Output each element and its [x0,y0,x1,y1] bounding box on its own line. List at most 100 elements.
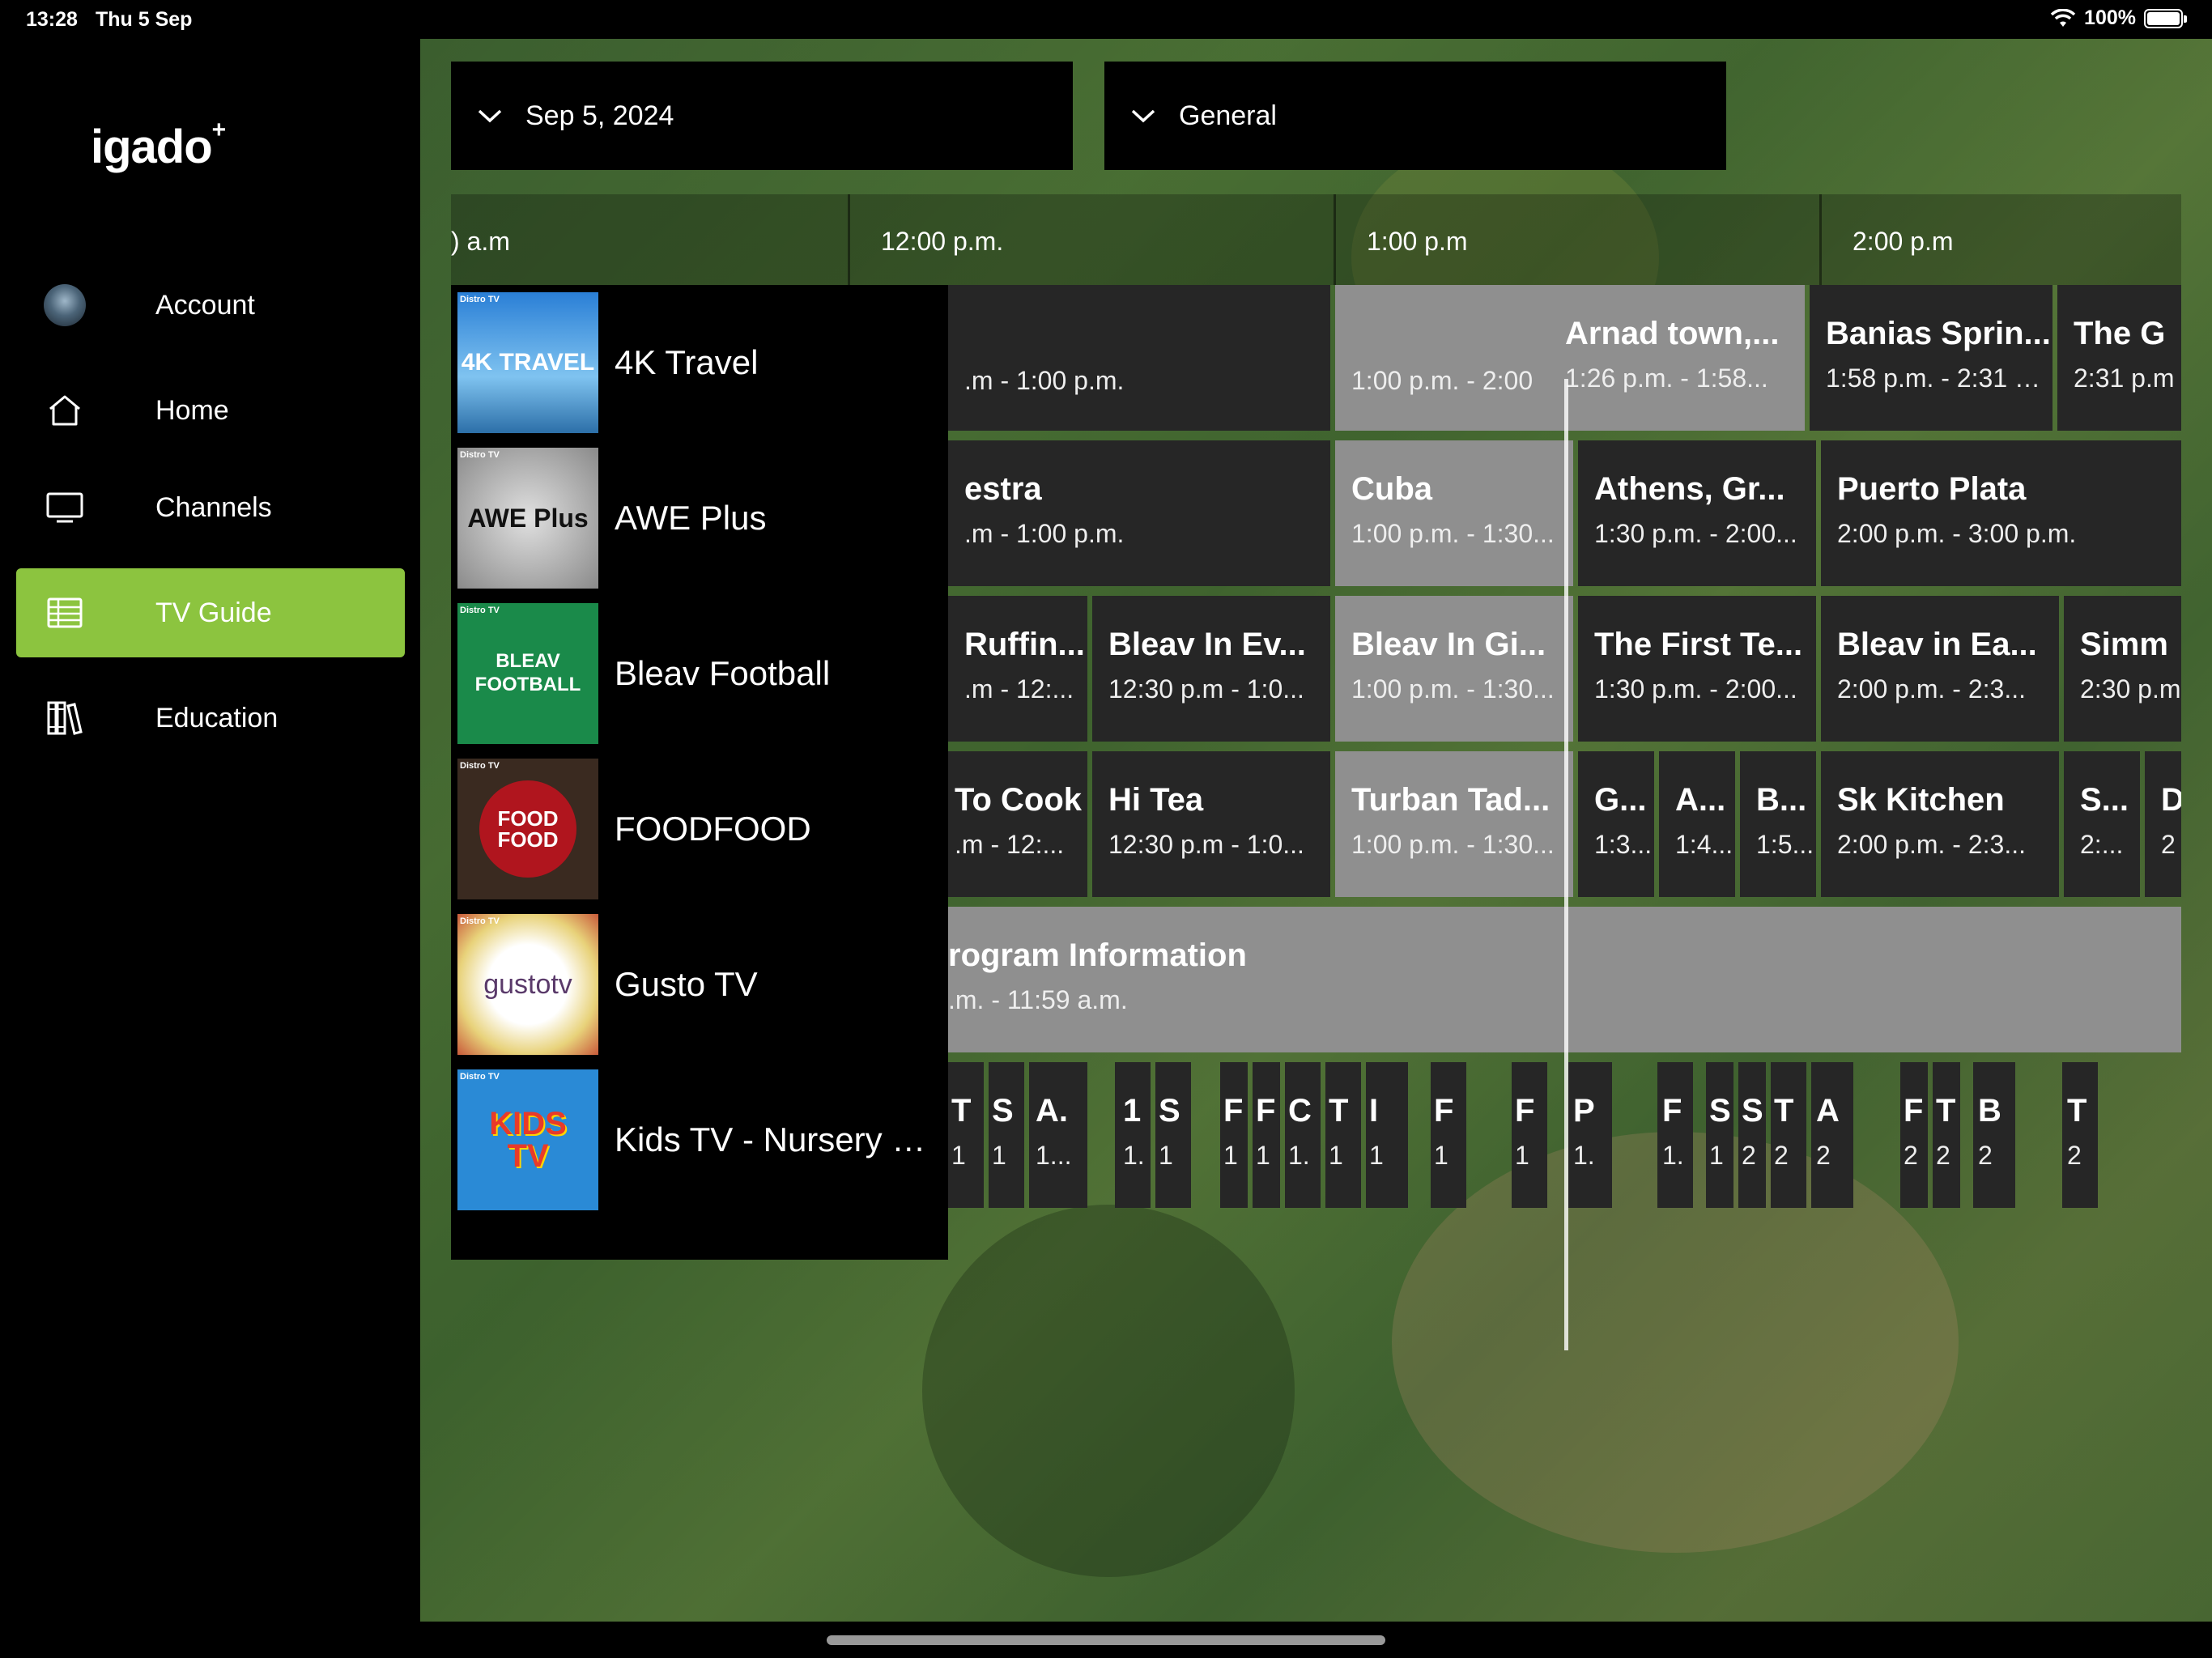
program-cell[interactable]: F 1. [1657,1062,1693,1208]
chevron-down-icon [477,108,503,124]
channel-logo: Distro TV AWE Plus [457,448,598,589]
home-indicator[interactable] [827,1635,1385,1645]
program-cell[interactable]: Athens, Gr... 1:30 p.m. - 2:00... [1578,440,1816,586]
program-cell[interactable]: Turban Tad... 1:00 p.m. - 1:30... [1335,751,1573,897]
program-cell[interactable]: Bleav In Ev... 12:30 p.m - 1:0... [1092,596,1330,742]
program-cell[interactable]: S... 2:... [2064,751,2140,897]
channel-name: Gusto TV [615,965,758,1003]
program-cell[interactable]: P 1. [1568,1062,1612,1208]
program-cell[interactable]: F1 [1220,1062,1248,1208]
program-cell[interactable]: I1 [1366,1062,1408,1208]
channel-logo: Distro TV FOOD FOOD [457,759,598,899]
battery-icon [2144,8,2187,28]
wifi-icon [2050,8,2076,27]
chevron-down-icon [1130,108,1156,124]
program-cell[interactable]: Sk Kitchen 2:00 p.m. - 2:3... [1821,751,2059,897]
time-slot-label: ) a.m [451,227,510,256]
program-cell[interactable]: Bleav In Gi... 1:00 p.m. - 1:30... [1335,596,1573,742]
program-cell[interactable]: F2 [1900,1062,1928,1208]
channel-name: 4K Travel [615,343,759,381]
program-cell[interactable]: The G 2:31 p.m [2057,285,2181,431]
channel-logo: Distro TV gustotv [457,914,598,1055]
time-slot-label: 1:00 p.m [1367,227,1468,256]
program-cell[interactable]: Hi Tea 12:30 p.m - 1:0... [1092,751,1330,897]
date-dropdown-value: Sep 5, 2024 [525,100,674,131]
category-dropdown-value: General [1179,100,1277,131]
program-cell[interactable]: Puerto Plata 2:00 p.m. - 3:00 p.m. [1821,440,2181,586]
program-cell[interactable]: estra .m - 1:00 p.m. [948,440,1330,586]
time-divider [848,194,850,285]
program-cell[interactable]: G... 1:3... [1578,751,1654,897]
program-cell[interactable]: Banias Sprin... 1:58 p.m. - 2:31 p.... [1810,285,2052,431]
program-cell[interactable]: Simm 2:30 p.m [2064,596,2181,742]
program-cell[interactable]: To Cook .m - 12:... [948,751,1087,897]
program-cell[interactable]: T2 [1933,1062,1960,1208]
program-cell[interactable]: Arnad town,... 1:26 p.m. - 1:58... [1565,285,1805,431]
date-dropdown[interactable]: Sep 5, 2024 [451,62,1073,170]
program-cell[interactable]: F1 [1253,1062,1280,1208]
program-cell[interactable]: Bleav in Ea... 2:00 p.m. - 2:3... [1821,596,2059,742]
program-cell[interactable]: S1 [1706,1062,1733,1208]
program-cell[interactable]: A... 1:4... [1659,751,1735,897]
program-cell[interactable]: T1 [948,1062,984,1208]
program-cell[interactable]: B... 1:5... [1740,751,1816,897]
sidebar-item-home[interactable]: Home [16,366,405,455]
program-cell[interactable]: A. 1... [1029,1062,1087,1208]
channel-name: Kids TV - Nursery R... [615,1120,942,1158]
program-cell[interactable]: S1 [1155,1062,1191,1208]
sidebar-item-account[interactable]: Account [16,261,405,350]
status-date: Thu 5 Sep [96,8,193,31]
program-cell[interactable]: F1 [1431,1062,1466,1208]
sidebar: igado+ Account Home Channels TV Guide Ed… [0,39,420,1658]
time-header: ) a.m 12:00 p.m. 1:00 p.m 2:00 p.m [451,194,2181,285]
status-right: 100% [2050,6,2187,30]
program-cell[interactable]: S1 [989,1062,1024,1208]
program-cell[interactable]: F1 [1512,1062,1547,1208]
sidebar-item-label: Account [155,289,255,321]
program-cell[interactable]: 1 1. [1115,1062,1151,1208]
channel-name: Bleav Football [615,654,831,692]
program-cell[interactable]: T2 [2062,1062,2098,1208]
program-cell[interactable]: A2 [1811,1062,1853,1208]
channel-row-bleav-football[interactable]: Distro TV BLEAV FOOTBALL Bleav Football [451,596,948,751]
program-cell[interactable]: Cuba 1:00 p.m. - 1:30... [1335,440,1573,586]
channel-row-foodfood[interactable]: Distro TV FOOD FOOD FOODFOOD [451,751,948,907]
program-cell[interactable]: C 1. [1285,1062,1321,1208]
channel-row-gusto-tv[interactable]: Distro TV gustotv Gusto TV [451,907,948,1062]
igado-logo[interactable]: igado+ [91,117,226,174]
books-icon [47,701,83,735]
program-cell[interactable]: 1:00 p.m. - 2:00 [1335,285,1565,431]
tv-icon [46,492,83,523]
grid-guide-icon [47,597,83,628]
program-cell[interactable]: D2 [2145,751,2181,897]
channel-list: Distro TV 4K TRAVEL 4K Travel Distro TV … [451,285,948,1260]
home-icon [49,395,80,426]
channel-row-awe-plus[interactable]: Distro TV AWE Plus AWE Plus [451,440,948,596]
channel-row-kids-tv[interactable]: Distro TV KIDS TV Kids TV - Nursery R... [451,1062,948,1218]
category-dropdown[interactable]: General [1104,62,1726,170]
sidebar-item-label: Home [155,394,229,426]
status-bar: 13:28 Thu 5 Sep 100% [0,0,2212,39]
channel-row-4k-travel[interactable]: Distro TV 4K TRAVEL 4K Travel [451,285,948,440]
channel-logo: Distro TV 4K TRAVEL [457,292,598,433]
program-cell[interactable]: .m - 1:00 p.m. [948,285,1330,431]
tv-guide-main: Sep 5, 2024 General ) a.m 12:00 p.m. 1:0… [420,39,2212,1622]
program-cell[interactable]: T2 [1771,1062,1806,1208]
sidebar-item-channels[interactable]: Channels [16,463,405,552]
sidebar-item-label: TV Guide [155,597,272,628]
time-slot-label: 12:00 p.m. [881,227,1004,256]
program-cell[interactable]: T1 [1325,1062,1361,1208]
sidebar-item-education[interactable]: Education [16,674,405,763]
channel-name: AWE Plus [615,499,767,537]
channel-logo: Distro TV KIDS TV [457,1069,598,1210]
program-cell[interactable]: S2 [1738,1062,1766,1208]
time-slot-label: 2:00 p.m [1853,227,1954,256]
status-time: 13:28 [26,8,78,31]
battery-percent: 100% [2084,6,2136,29]
program-cell[interactable]: The First Te... 1:30 p.m. - 2:00... [1578,596,1816,742]
program-cell[interactable]: B2 [1973,1062,2015,1208]
program-cell[interactable]: Ruffin... .m - 12:... [948,596,1087,742]
sidebar-item-tv-guide[interactable]: TV Guide [16,568,405,657]
channel-name: FOODFOOD [615,810,811,848]
time-divider [1819,194,1822,285]
